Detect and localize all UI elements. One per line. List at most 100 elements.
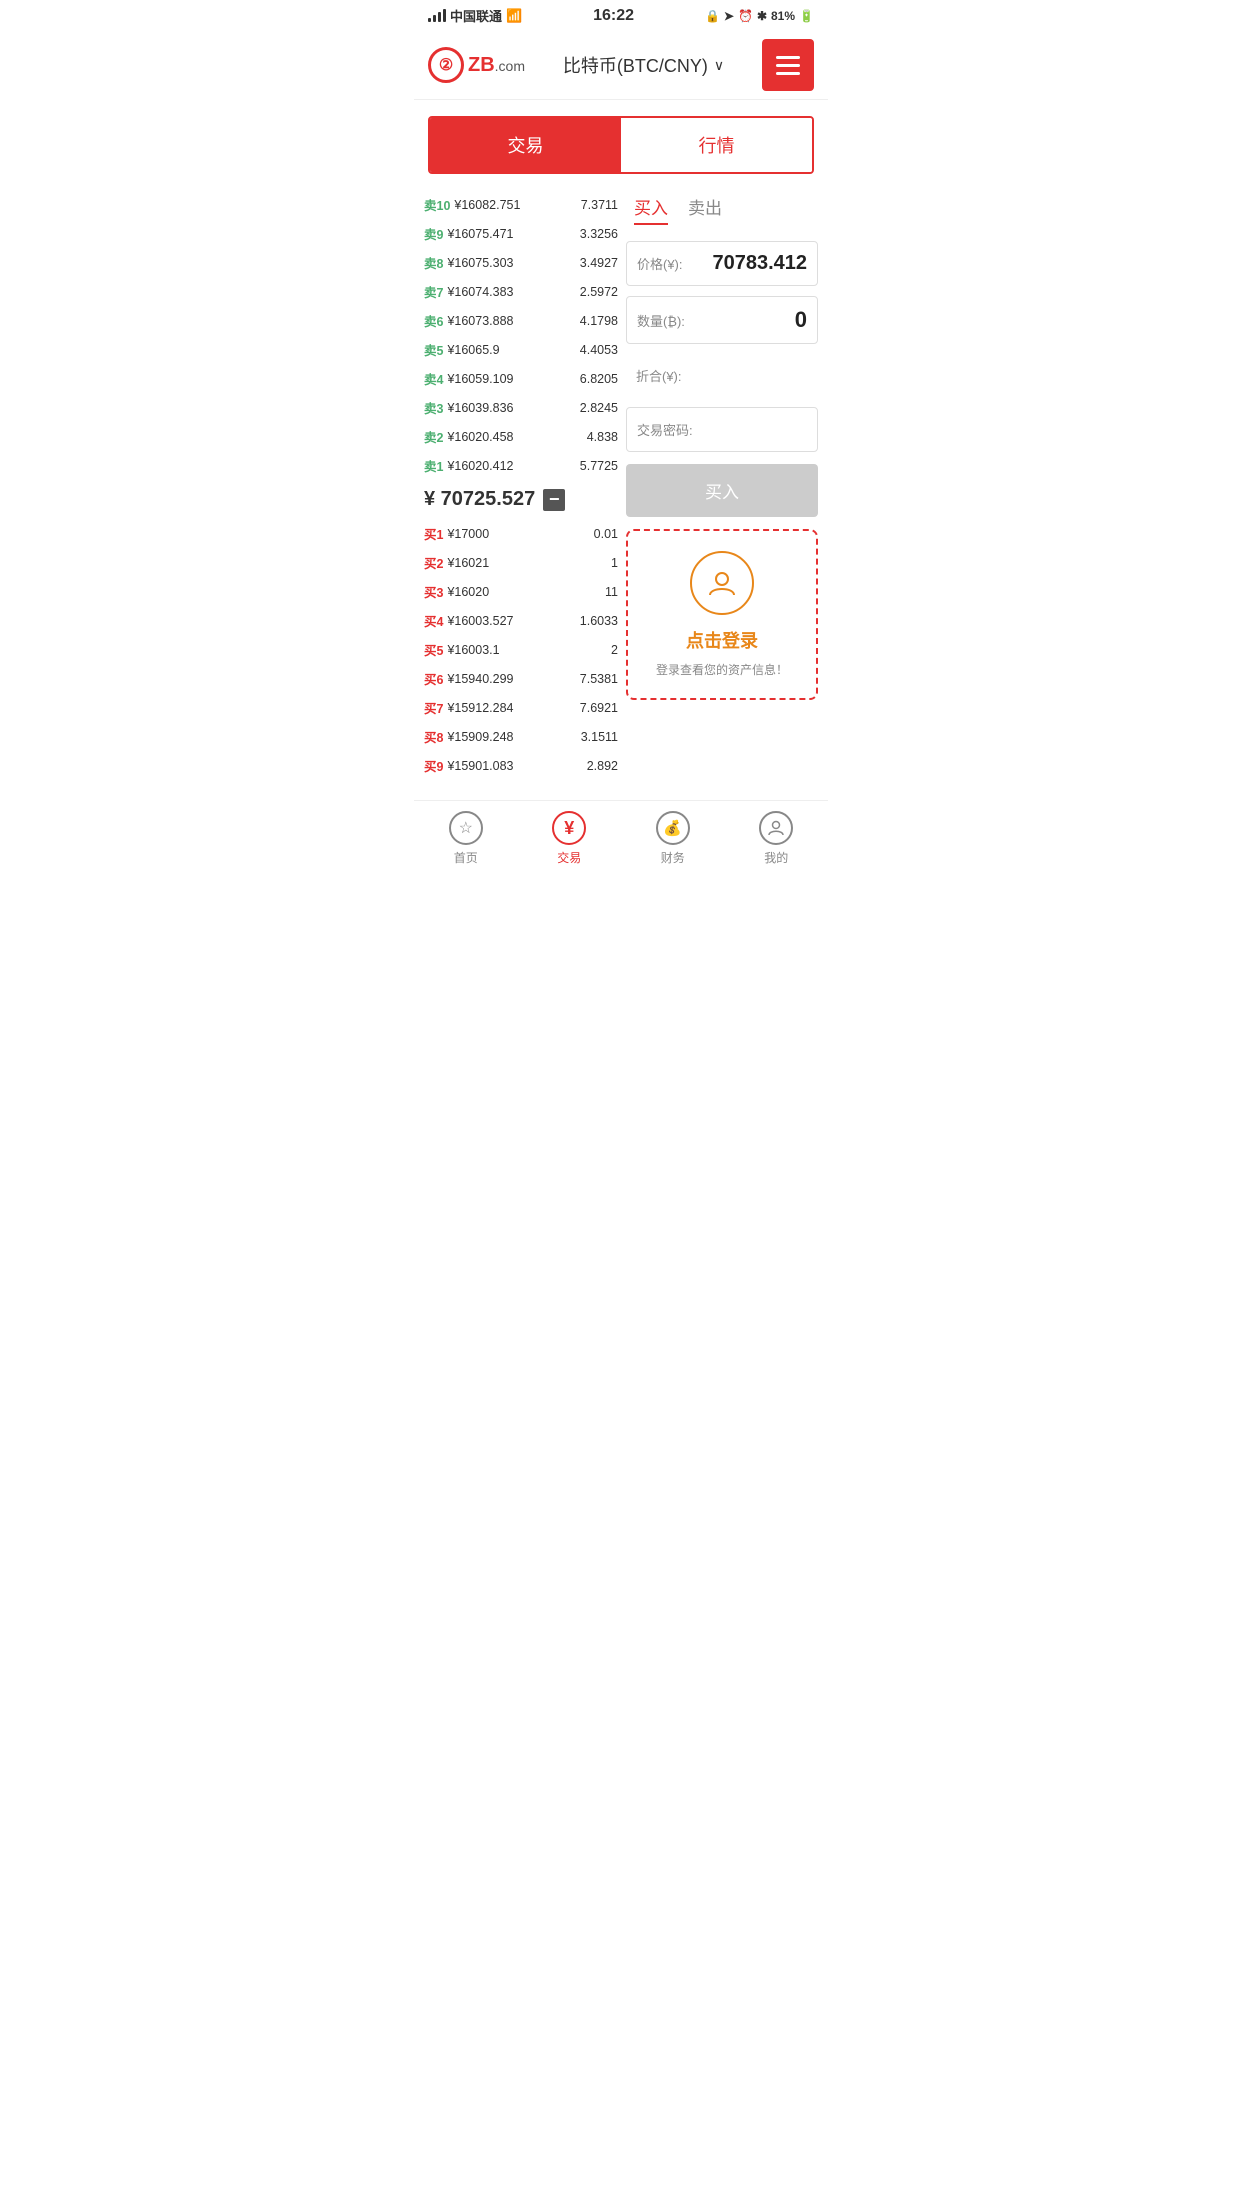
lock-icon: 🔒 [705, 9, 720, 23]
login-subtext: 登录查看您的资产信息！ [640, 661, 804, 678]
menu-line-2 [776, 64, 800, 67]
buy-order-row[interactable]: 买8 ¥15909.248 3.1511 [420, 722, 622, 751]
sell-qty: 2.5972 [580, 285, 618, 299]
minus-button[interactable]: − [543, 489, 565, 511]
sell-qty: 3.3256 [580, 227, 618, 241]
nav-mine-label: 我的 [764, 849, 788, 866]
sell-qty: 6.8205 [580, 372, 618, 386]
buy-order-row[interactable]: 买4 ¥16003.527 1.6033 [420, 606, 622, 635]
buy-price: ¥16021 [447, 556, 611, 570]
login-button[interactable]: 点击登录 [640, 627, 804, 653]
buy-label: 买8 [424, 727, 443, 746]
buy-label: 买4 [424, 611, 443, 630]
qty-value: 0 [795, 307, 807, 333]
sell-price: ¥16020.412 [447, 459, 579, 473]
logo[interactable]: ② ZB.com [428, 47, 525, 83]
battery-icon: 🔋 [799, 9, 814, 23]
sell-label: 卖6 [424, 311, 443, 330]
sell-qty: 4.4053 [580, 343, 618, 357]
buy-price: ¥16003.1 [447, 643, 611, 657]
sell-qty: 7.3711 [581, 198, 618, 212]
buy-button[interactable]: 买入 [626, 464, 818, 517]
nav-home-label: 首页 [454, 849, 478, 866]
buy-label: 买3 [424, 582, 443, 601]
menu-button[interactable] [762, 39, 814, 91]
sell-order-row[interactable]: 卖9 ¥16075.471 3.3256 [420, 219, 622, 248]
tab-trade[interactable]: 交易 [430, 118, 621, 172]
sell-order-row[interactable]: 卖4 ¥16059.109 6.8205 [420, 364, 622, 393]
sell-price: ¥16075.303 [447, 256, 579, 270]
sell-label: 卖5 [424, 340, 443, 359]
price-field[interactable]: 价格(¥): 70783.412 [626, 241, 818, 286]
status-bar: 中国联通 📶 16:22 🔒 ➤ ⏰ ✱ 81% 🔋 [414, 0, 828, 31]
sell-label: 卖1 [424, 456, 443, 475]
buy-price: ¥15909.248 [447, 730, 580, 744]
signal-icon [428, 9, 446, 22]
zhe-field: 折合(¥): [626, 354, 818, 397]
bottom-nav: ☆ 首页 ¥ 交易 💰 财务 我的 [414, 800, 828, 872]
zhe-label: 折合(¥): [636, 366, 682, 385]
sell-order-row[interactable]: 卖2 ¥16020.458 4.838 [420, 422, 622, 451]
nav-mine[interactable]: 我的 [746, 811, 806, 866]
battery-label: 81% [771, 9, 795, 23]
qty-label: 数量(₿): [637, 311, 685, 330]
buy-order-row[interactable]: 买1 ¥17000 0.01 [420, 519, 622, 548]
buy-label: 买5 [424, 640, 443, 659]
buy-qty: 2 [611, 643, 618, 657]
sell-price: ¥16065.9 [447, 343, 579, 357]
login-box[interactable]: 点击登录 登录查看您的资产信息！ [626, 529, 818, 700]
password-field[interactable]: 交易密码: [626, 407, 818, 452]
main-content: 卖10 ¥16082.751 7.3711 卖9 ¥16075.471 3.32… [414, 190, 828, 780]
sell-price: ¥16059.109 [447, 372, 579, 386]
sell-tab[interactable]: 卖出 [688, 194, 722, 225]
buy-order-row[interactable]: 买3 ¥16020 11 [420, 577, 622, 606]
sell-order-row[interactable]: 卖5 ¥16065.9 4.4053 [420, 335, 622, 364]
sell-order-row[interactable]: 卖3 ¥16039.836 2.8245 [420, 393, 622, 422]
buy-price: ¥17000 [447, 527, 593, 541]
buy-qty: 0.01 [594, 527, 618, 541]
buy-order-row[interactable]: 买6 ¥15940.299 7.5381 [420, 664, 622, 693]
header-title[interactable]: 比特币(BTC/CNY) ∨ [563, 52, 724, 78]
tab-market[interactable]: 行情 [621, 118, 812, 172]
sell-order-row[interactable]: 卖8 ¥16075.303 3.4927 [420, 248, 622, 277]
buy-price: ¥15940.299 [447, 672, 579, 686]
sell-price: ¥16020.458 [447, 430, 586, 444]
buy-order-row[interactable]: 买5 ¥16003.1 2 [420, 635, 622, 664]
carrier-label: 中国联通 [450, 6, 502, 25]
buy-order-row[interactable]: 买7 ¥15912.284 7.6921 [420, 693, 622, 722]
mid-price-value: ¥ 70725.527 [424, 488, 535, 511]
buy-tab[interactable]: 买入 [634, 194, 668, 225]
nav-trade[interactable]: ¥ 交易 [539, 811, 599, 866]
status-right: 🔒 ➤ ⏰ ✱ 81% 🔋 [705, 9, 814, 23]
sell-order-row[interactable]: 卖1 ¥16020.412 5.7725 [420, 451, 622, 480]
buy-sell-tabs: 买入 卖出 [626, 190, 818, 229]
sell-price: ¥16075.471 [447, 227, 579, 241]
sell-order-row[interactable]: 卖10 ¥16082.751 7.3711 [420, 190, 622, 219]
menu-line-1 [776, 56, 800, 59]
buy-label: 买9 [424, 756, 443, 775]
sell-order-row[interactable]: 卖7 ¥16074.383 2.5972 [420, 277, 622, 306]
buy-label: 买7 [424, 698, 443, 717]
buy-label: 买2 [424, 553, 443, 572]
sell-price: ¥16039.836 [447, 401, 579, 415]
nav-finance-label: 财务 [661, 849, 685, 866]
sell-label: 卖7 [424, 282, 443, 301]
nav-finance[interactable]: 💰 财务 [643, 811, 703, 866]
sell-label: 卖8 [424, 253, 443, 272]
qty-field[interactable]: 数量(₿): 0 [626, 296, 818, 344]
buy-qty: 1 [611, 556, 618, 570]
mine-icon [759, 811, 793, 845]
sell-order-row[interactable]: 卖6 ¥16073.888 4.1798 [420, 306, 622, 335]
nav-home[interactable]: ☆ 首页 [436, 811, 496, 866]
buy-label: 买1 [424, 524, 443, 543]
buy-qty: 2.892 [587, 759, 618, 773]
password-label: 交易密码: [637, 420, 693, 439]
buy-qty: 1.6033 [580, 614, 618, 628]
buy-order-row[interactable]: 买9 ¥15901.083 2.892 [420, 751, 622, 780]
buy-price: ¥15901.083 [447, 759, 586, 773]
buy-label: 买6 [424, 669, 443, 688]
buy-price: ¥16003.527 [447, 614, 579, 628]
sell-price: ¥16082.751 [454, 198, 580, 212]
wifi-icon: 📶 [506, 8, 522, 24]
buy-order-row[interactable]: 买2 ¥16021 1 [420, 548, 622, 577]
